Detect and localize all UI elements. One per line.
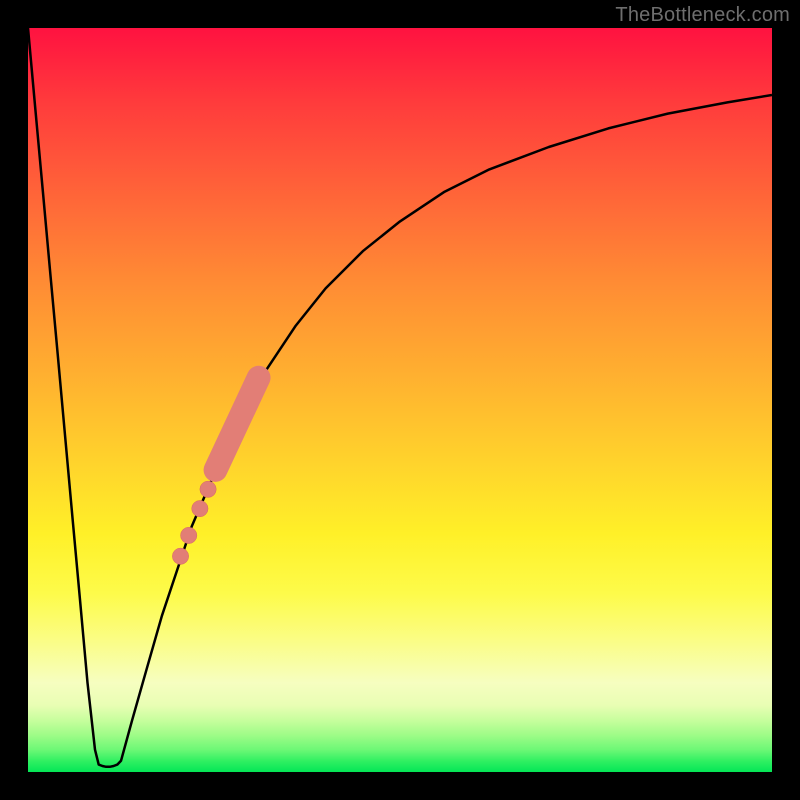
- watermark-text: TheBottleneck.com: [615, 4, 790, 27]
- marker-bar: [215, 378, 258, 470]
- marker-dot: [192, 500, 208, 516]
- chart-frame: TheBottleneck.com: [0, 0, 800, 800]
- plot-area: [28, 28, 772, 772]
- curve-svg: [28, 28, 772, 772]
- marker-dot: [181, 527, 197, 543]
- marker-dot: [200, 481, 216, 497]
- bottleneck-curve: [28, 28, 772, 767]
- marker-dot: [172, 548, 188, 564]
